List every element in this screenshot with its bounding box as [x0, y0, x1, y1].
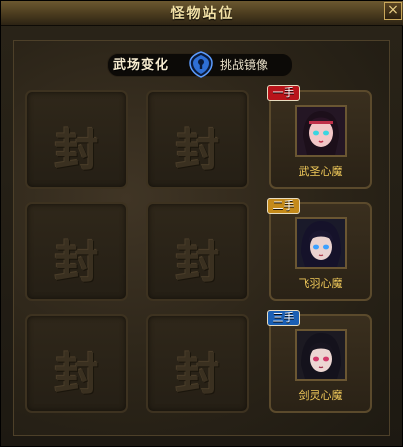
- sealed-glyph: 封: [54, 349, 99, 400]
- mode-value: 挑战镜像: [220, 58, 269, 72]
- sealed-glyph: 封: [175, 237, 220, 288]
- sealed-glyph: 封: [175, 349, 220, 400]
- order-badge-second: 二手: [267, 198, 300, 214]
- title-bar: 怪物站位 ×: [1, 1, 403, 26]
- character-portrait-feiyu: [295, 217, 347, 269]
- mode-label: 武场变化: [113, 58, 170, 73]
- character-card-3[interactable]: 剑灵心魔: [269, 314, 372, 413]
- character-portrait-wusheng: [295, 105, 347, 157]
- order-badge-first: 一手: [267, 85, 300, 101]
- monster-formation-window: 怪物站位 × 武场变化 挑战镜像 封 封 封 封 封 封 武圣心魔 一手 飞羽心…: [0, 0, 403, 447]
- empty-slot[interactable]: 封: [146, 314, 249, 413]
- empty-slot[interactable]: 封: [25, 202, 128, 301]
- character-card-2[interactable]: 飞羽心魔: [269, 202, 372, 301]
- order-badge-third: 三手: [267, 310, 300, 326]
- empty-slot[interactable]: 封: [25, 90, 128, 189]
- sealed-glyph: 封: [54, 125, 99, 176]
- character-card-1[interactable]: 武圣心魔: [269, 90, 372, 189]
- empty-slot[interactable]: 封: [146, 90, 249, 189]
- character-name: 武圣心魔: [298, 165, 343, 178]
- empty-slot[interactable]: 封: [146, 202, 249, 301]
- empty-slot[interactable]: 封: [25, 314, 128, 413]
- character-name: 剑灵心魔: [298, 389, 343, 402]
- character-portrait-jianling: [295, 329, 347, 381]
- sealed-glyph: 封: [175, 125, 220, 176]
- close-button[interactable]: ×: [384, 2, 402, 20]
- sealed-glyph: 封: [54, 237, 99, 288]
- window-title: 怪物站位: [170, 6, 235, 22]
- blue-lock-icon[interactable]: [187, 50, 215, 78]
- character-name: 飞羽心魔: [298, 277, 343, 290]
